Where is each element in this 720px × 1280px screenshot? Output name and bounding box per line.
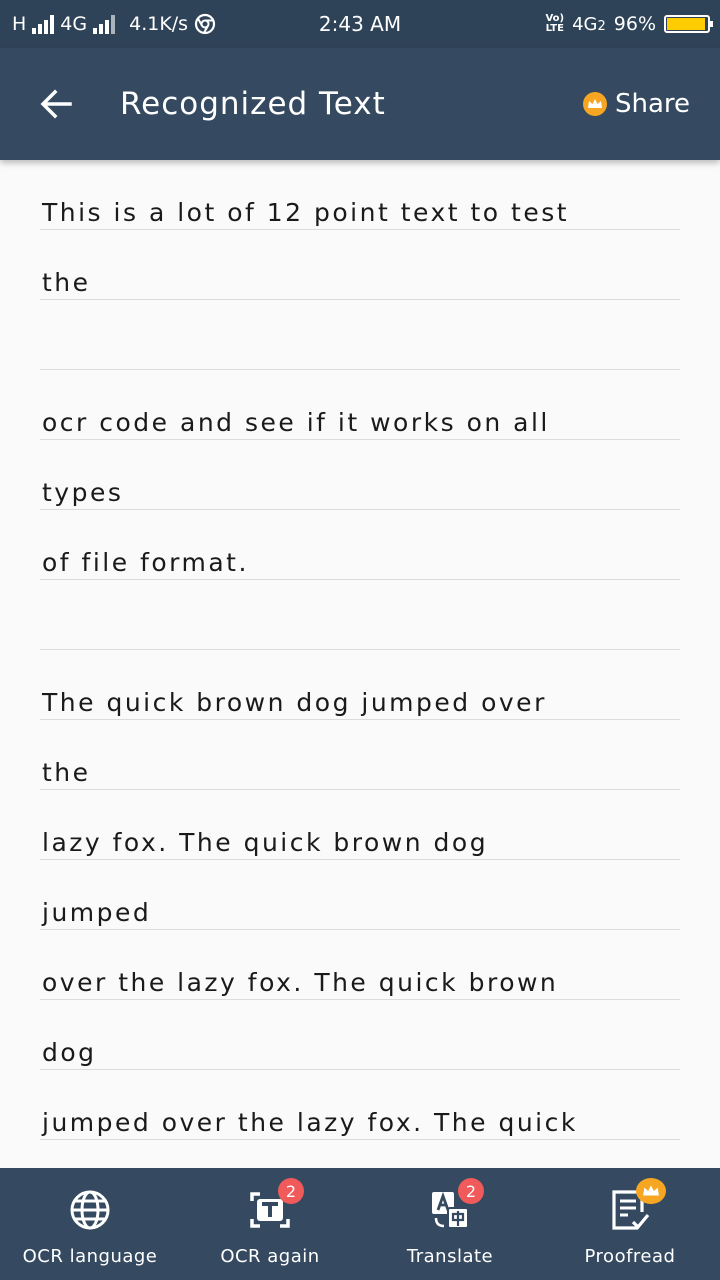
- ocr-again-button[interactable]: 2 OCR again: [180, 1168, 360, 1280]
- text-line[interactable]: over the lazy fox. The quick brown: [40, 930, 680, 1000]
- translate-badge: 2: [458, 1178, 484, 1204]
- network-4g-right: 4G2: [572, 13, 606, 35]
- back-arrow-icon[interactable]: [36, 84, 76, 124]
- text-line[interactable]: jumped: [40, 860, 680, 930]
- translate-button[interactable]: 2 Translate: [360, 1168, 540, 1280]
- text-line[interactable]: of file format.: [40, 510, 680, 580]
- text-line[interactable]: the: [40, 230, 680, 300]
- share-button[interactable]: Share: [582, 48, 690, 160]
- proofread-label: Proofread: [584, 1246, 676, 1267]
- text-line[interactable]: types: [40, 440, 680, 510]
- status-bar: H 4G 4.1K/s 2:43 AM Vo) LTE 4G2 96%: [0, 0, 720, 48]
- ocr-language-label: OCR language: [22, 1246, 158, 1267]
- text-line[interactable]: dog: [40, 1000, 680, 1070]
- premium-crown-icon: [582, 92, 607, 116]
- text-line[interactable]: The quick brown dog jumped over: [40, 650, 680, 720]
- text-line[interactable]: the: [40, 720, 680, 790]
- translate-label: Translate: [406, 1246, 494, 1267]
- text-line[interactable]: lazy fox. The quick brown dog: [40, 790, 680, 860]
- status-right: Vo) LTE 4G2 96%: [545, 0, 713, 48]
- ocr-language-button[interactable]: OCR language: [0, 1168, 180, 1280]
- text-line[interactable]: This is a lot of 12 point text to test: [40, 160, 680, 230]
- page-title: Recognized Text: [120, 86, 386, 122]
- bottom-nav: OCR language 2 OCR again 2 Translate Pro…: [0, 1168, 720, 1280]
- proofread-button[interactable]: Proofread: [540, 1168, 720, 1280]
- share-label: Share: [614, 89, 690, 119]
- globe-icon: [70, 1190, 110, 1230]
- battery-percent: 96%: [613, 13, 656, 35]
- text-line[interactable]: [40, 580, 680, 650]
- premium-crown-icon: [636, 1178, 666, 1204]
- battery-icon: [664, 15, 713, 33]
- ocr-again-label: OCR again: [220, 1246, 320, 1267]
- recognized-text-area[interactable]: This is a lot of 12 point text to test t…: [40, 160, 680, 1168]
- text-line[interactable]: ocr code and see if it works on all: [40, 370, 680, 440]
- volte-indicator: Vo) LTE: [545, 13, 565, 34]
- app-bar: Recognized Text Share: [0, 48, 720, 160]
- text-line[interactable]: [40, 300, 680, 370]
- ocr-again-badge: 2: [278, 1178, 304, 1204]
- text-line[interactable]: jumped over the lazy fox. The quick: [40, 1070, 680, 1140]
